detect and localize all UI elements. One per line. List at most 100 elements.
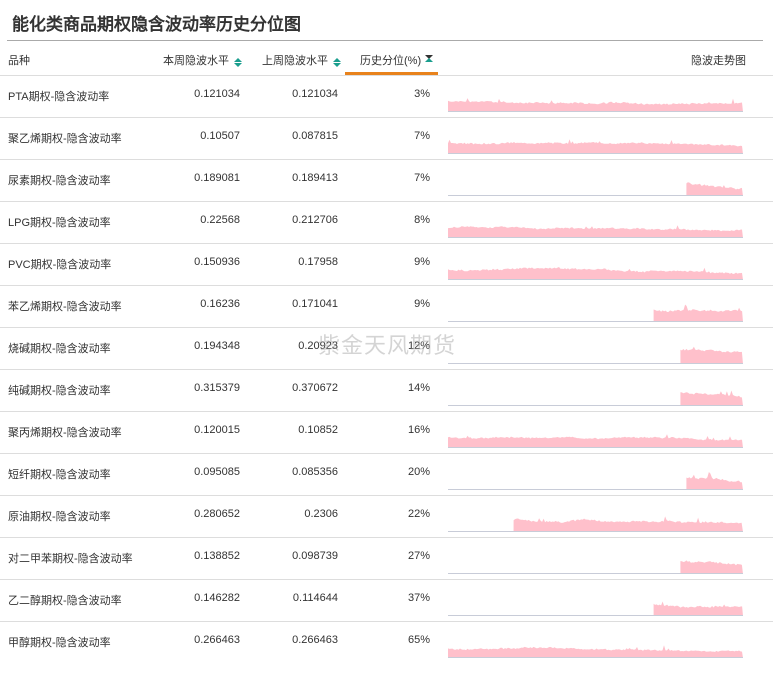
iv-trend-sparkline bbox=[448, 267, 743, 280]
variety-name: LPG期权-隐含波动率 bbox=[8, 217, 111, 229]
header-name: 品种 bbox=[8, 55, 30, 67]
table-row: PVC期权-隐含波动率 0.150936 0.17958 9% bbox=[0, 243, 773, 286]
percentile: 16% bbox=[407, 424, 430, 436]
previous-iv: 0.087815 bbox=[292, 130, 338, 142]
percentile: 7% bbox=[414, 172, 430, 184]
variety-name: 苯乙烯期权-隐含波动率 bbox=[8, 301, 122, 313]
current-iv: 0.10507 bbox=[200, 130, 240, 142]
previous-iv: 0.121034 bbox=[292, 88, 338, 100]
iv-trend-sparkline bbox=[448, 601, 743, 616]
current-iv: 0.315379 bbox=[194, 382, 240, 394]
variety-name: 纯碱期权-隐含波动率 bbox=[8, 385, 111, 397]
percentile: 14% bbox=[407, 382, 430, 394]
iv-trend-sparkline bbox=[448, 390, 743, 406]
sort-current-icon[interactable] bbox=[234, 58, 242, 67]
sparkline-area bbox=[513, 516, 743, 532]
percentile: 22% bbox=[407, 508, 430, 520]
table-row: 短纤期权-隐含波动率 0.095085 0.085356 20% bbox=[0, 453, 773, 496]
table-row: 原油期权-隐含波动率 0.280652 0.2306 22% bbox=[0, 495, 773, 538]
previous-iv: 0.085356 bbox=[292, 466, 338, 478]
table-row: 苯乙烯期权-隐含波动率 0.16236 0.171041 9% bbox=[0, 285, 773, 328]
variety-name: 原油期权-隐含波动率 bbox=[8, 511, 111, 523]
table-row: 对二甲苯期权-隐含波动率 0.138852 0.098739 27% bbox=[0, 537, 773, 580]
current-iv: 0.266463 bbox=[194, 634, 240, 646]
sparkline-area bbox=[680, 346, 743, 364]
variety-name: PVC期权-隐含波动率 bbox=[8, 259, 112, 271]
table-row: 乙二醇期权-隐含波动率 0.146282 0.114644 37% bbox=[0, 579, 773, 622]
header-current[interactable]: 本周隐波水平 bbox=[163, 52, 229, 68]
current-iv: 0.194348 bbox=[194, 340, 240, 352]
sparkline-area bbox=[448, 434, 743, 448]
current-iv: 0.138852 bbox=[194, 550, 240, 562]
percentile: 9% bbox=[414, 298, 430, 310]
current-iv: 0.150936 bbox=[194, 256, 240, 268]
current-iv: 0.22568 bbox=[200, 214, 240, 226]
iv-trend-sparkline bbox=[448, 182, 743, 196]
variety-name: PTA期权-隐含波动率 bbox=[8, 91, 110, 103]
percentile: 20% bbox=[407, 466, 430, 478]
iv-trend-sparkline bbox=[448, 516, 743, 532]
filter-sort-icon[interactable] bbox=[425, 55, 433, 63]
sparkline-area bbox=[653, 601, 743, 616]
table-row: PTA期权-隐含波动率 0.121034 0.121034 3% bbox=[0, 75, 773, 118]
header-trend: 隐波走势图 bbox=[691, 55, 746, 67]
variety-name: 聚乙烯期权-隐含波动率 bbox=[8, 133, 122, 145]
sparkline-area bbox=[680, 560, 743, 574]
previous-iv: 0.10852 bbox=[298, 424, 338, 436]
previous-iv: 0.171041 bbox=[292, 298, 338, 310]
watermark: 紫金天风期货 bbox=[318, 333, 457, 358]
iv-trend-sparkline bbox=[448, 304, 743, 322]
variety-name: 短纤期权-隐含波动率 bbox=[8, 469, 111, 481]
previous-iv: 0.098739 bbox=[292, 550, 338, 562]
current-iv: 0.189081 bbox=[194, 172, 240, 184]
sort-previous-icon[interactable] bbox=[333, 58, 341, 67]
table-row: LPG期权-隐含波动率 0.22568 0.212706 8% bbox=[0, 201, 773, 244]
iv-trend-sparkline bbox=[448, 645, 743, 658]
percentile: 7% bbox=[414, 130, 430, 142]
iv-trend-sparkline bbox=[448, 434, 743, 448]
current-iv: 0.280652 bbox=[194, 508, 240, 520]
previous-iv: 0.114644 bbox=[292, 592, 338, 604]
previous-iv: 0.2306 bbox=[304, 508, 338, 520]
sparkline-area bbox=[686, 472, 743, 490]
table-row: 甲醇期权-隐含波动率 0.266463 0.266463 65% bbox=[0, 621, 773, 664]
previous-iv: 0.212706 bbox=[292, 214, 338, 226]
current-iv: 0.16236 bbox=[200, 298, 240, 310]
sparkline-area bbox=[680, 390, 743, 406]
variety-name: 烧碱期权-隐含波动率 bbox=[8, 343, 111, 355]
previous-iv: 0.17958 bbox=[298, 256, 338, 268]
table-row: 纯碱期权-隐含波动率 0.315379 0.370672 14% bbox=[0, 369, 773, 412]
sparkline-area bbox=[448, 267, 743, 280]
table-header: 品种 本周隐波水平 上周隐波水平 历史分位(%) 隐波走势图 bbox=[0, 40, 773, 75]
sparkline-area bbox=[448, 225, 743, 238]
percentile: 9% bbox=[414, 256, 430, 268]
iv-trend-sparkline bbox=[448, 98, 743, 112]
variety-name: 乙二醇期权-隐含波动率 bbox=[8, 595, 122, 607]
sparkline-area bbox=[686, 182, 743, 196]
iv-trend-sparkline bbox=[448, 560, 743, 574]
sparkline-area bbox=[448, 139, 743, 154]
page-title: 能化类商品期权隐含波动率历史分位图 bbox=[12, 15, 301, 35]
percentile: 3% bbox=[414, 88, 430, 100]
previous-iv: 0.370672 bbox=[292, 382, 338, 394]
iv-trend-sparkline bbox=[448, 346, 743, 364]
header-previous[interactable]: 上周隐波水平 bbox=[262, 52, 328, 68]
iv-trend-sparkline bbox=[448, 225, 743, 238]
iv-trend-sparkline bbox=[448, 472, 743, 490]
table-row: 聚乙烯期权-隐含波动率 0.10507 0.087815 7% bbox=[0, 117, 773, 160]
percentile: 65% bbox=[407, 634, 430, 646]
percentile: 8% bbox=[414, 214, 430, 226]
header-percentile[interactable]: 历史分位(%) bbox=[360, 52, 421, 68]
sparkline-area bbox=[448, 645, 743, 658]
sparkline-area bbox=[653, 304, 743, 322]
current-iv: 0.121034 bbox=[194, 88, 240, 100]
variety-name: 对二甲苯期权-隐含波动率 bbox=[8, 553, 133, 565]
previous-iv: 0.266463 bbox=[292, 634, 338, 646]
percentile: 27% bbox=[407, 550, 430, 562]
table-row: 聚丙烯期权-隐含波动率 0.120015 0.10852 16% bbox=[0, 411, 773, 454]
variety-name: 尿素期权-隐含波动率 bbox=[8, 175, 111, 187]
current-iv: 0.095085 bbox=[194, 466, 240, 478]
iv-trend-sparkline bbox=[448, 139, 743, 154]
chart-page: 能化类商品期权隐含波动率历史分位图 品种 本周隐波水平 上周隐波水平 历史分位(… bbox=[0, 0, 773, 700]
percentile: 37% bbox=[407, 592, 430, 604]
